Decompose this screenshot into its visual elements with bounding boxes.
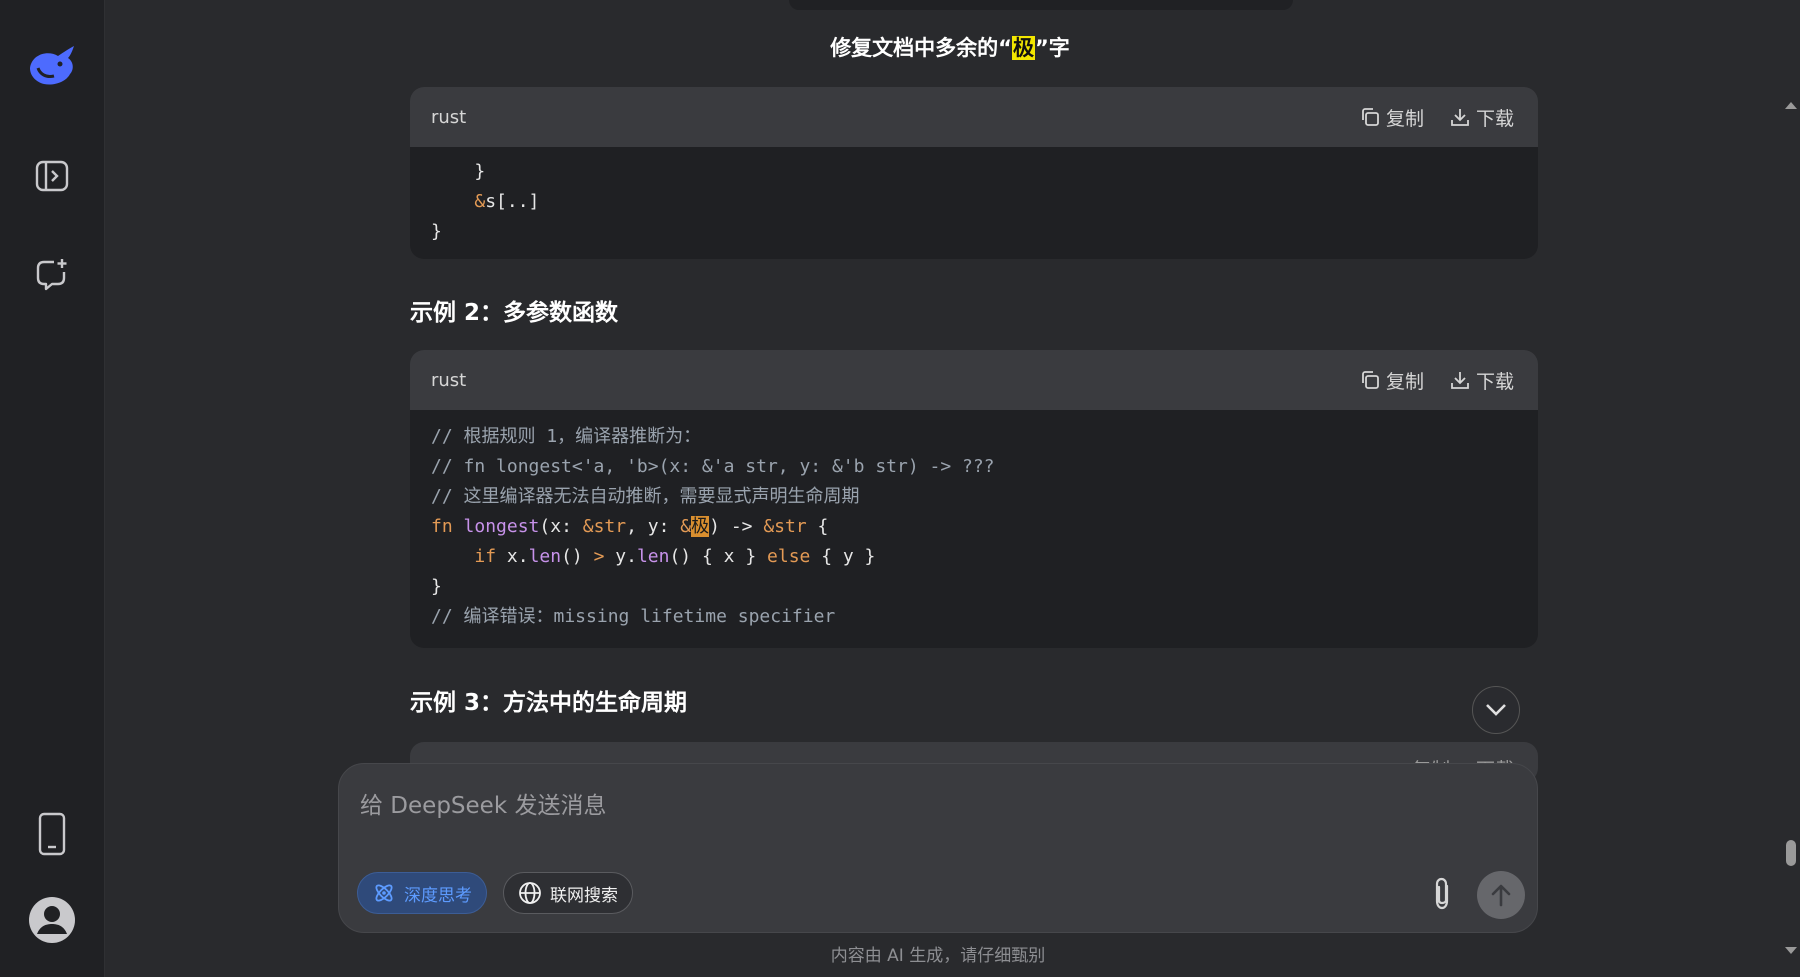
chat-title-prefix: 修复文档中多余的“ <box>830 36 1012 60</box>
mobile-app-button[interactable] <box>26 808 78 860</box>
sidebar-toggle-button[interactable] <box>26 150 78 202</box>
deepseek-logo[interactable] <box>26 40 78 92</box>
chevron-down-icon <box>1486 704 1506 716</box>
chat-title-highlight: 极 <box>1012 36 1035 60</box>
code-line: } <box>431 161 486 182</box>
code-block-2: rust 复制 下载 // 根据规则 1，编译器推断为： // fn longes… <box>410 350 1538 648</box>
whale-logo-icon <box>30 46 74 85</box>
code-comment: // 这里编译器无法自动推断，需要显式声明生命周期 <box>431 486 860 507</box>
code-block-header: rust 复制 下载 <box>410 87 1538 147</box>
ai-disclaimer: 内容由 AI 生成，请仔细甄别 <box>830 946 1046 966</box>
chat-title[interactable]: 修复文档中多余的“极”字 <box>105 32 1795 62</box>
code-method: len <box>636 546 670 567</box>
paperclip-icon <box>1435 877 1449 910</box>
chat-title-suffix: ”字 <box>1035 36 1070 60</box>
download-label: 下载 <box>1475 370 1514 393</box>
web-search-toggle[interactable]: 联网搜索 <box>503 872 633 914</box>
code-line: } <box>431 576 442 597</box>
new-chat-icon <box>36 259 67 291</box>
download-label: 下载 <box>1475 107 1514 130</box>
attach-file-button[interactable] <box>1425 876 1459 912</box>
code-line: &s[..] <box>431 187 1517 217</box>
send-button[interactable] <box>1477 871 1525 919</box>
code-block-1: rust 复制 下载 } &s[..]} <box>410 87 1538 259</box>
deep-think-toggle[interactable]: 深度思考 <box>357 872 487 914</box>
code-ampersand: & <box>763 516 775 537</box>
new-chat-button[interactable] <box>26 248 78 300</box>
deep-think-label: 深度思考 <box>404 885 472 906</box>
scrollbar-thumb[interactable] <box>1786 840 1796 866</box>
chat-main: 修复文档中多余的“极”字 rust 复制 下载 } &s[..]} 示例 2：多… <box>105 0 1800 977</box>
code-comment: // 根据规则 1，编译器推断为： <box>431 426 702 447</box>
section-heading-example-2: 示例 2：多参数函数 <box>410 300 619 326</box>
code-body: } &s[..]} <box>410 147 1538 253</box>
profile-button[interactable] <box>26 894 78 946</box>
download-code-button[interactable]: 下载 <box>1450 367 1514 394</box>
top-drag-handle <box>789 0 1293 10</box>
web-search-label: 联网搜索 <box>550 885 618 906</box>
scroll-up-arrow-icon[interactable] <box>1784 100 1798 110</box>
code-comment: // fn longest<'a, 'b>(x: &'a str, y: &'b… <box>431 456 995 477</box>
code-line-fn-signature: fn longest(x: &str, y: &极) -> &str { <box>431 516 829 537</box>
arrow-up-icon <box>1491 884 1511 907</box>
message-composer: 给 DeepSeek 发送消息 深度思考 联网搜索 <box>338 763 1538 933</box>
download-icon <box>1451 372 1469 389</box>
atom-icon <box>375 884 393 902</box>
copy-label: 复制 <box>1385 370 1424 393</box>
download-icon <box>1451 109 1469 126</box>
code-text: s[..] <box>485 191 540 212</box>
code-keyword: else <box>767 546 811 567</box>
code-ampersand: & <box>582 516 594 537</box>
code-method: len <box>528 546 562 567</box>
code-keyword: fn <box>431 516 453 537</box>
selected-extra-char[interactable]: 极 <box>691 516 710 537</box>
code-type: str <box>774 516 807 537</box>
code-language-label: rust <box>431 369 467 391</box>
code-ampersand: & <box>474 191 486 212</box>
download-code-button[interactable]: 下载 <box>1450 104 1514 131</box>
code-type: str <box>593 516 627 537</box>
section-heading-example-3: 示例 3：方法中的生命周期 <box>410 690 688 716</box>
scroll-to-bottom-button[interactable] <box>1472 686 1520 734</box>
copy-icon <box>1362 108 1379 126</box>
scroll-down-arrow-icon[interactable] <box>1784 946 1798 956</box>
globe-icon <box>519 882 541 904</box>
code-language-label: rust <box>431 106 467 128</box>
code-ampersand: & <box>680 516 692 537</box>
code-function-name: longest <box>463 516 540 537</box>
sidebar <box>0 0 105 977</box>
message-input[interactable]: 给 DeepSeek 发送消息 <box>360 786 606 820</box>
code-line-if: if x.len() > y.len() { x } else { y } <box>474 546 876 567</box>
code-block-header: rust 复制 下载 <box>410 350 1538 410</box>
copy-icon <box>1362 371 1379 389</box>
code-operator: > <box>593 546 605 567</box>
code-body: // 根据规则 1，编译器推断为： // fn longest<'a, 'b>(x… <box>410 410 1538 638</box>
user-avatar-icon <box>29 897 75 943</box>
mobile-phone-icon <box>38 812 66 856</box>
copy-code-button[interactable]: 复制 <box>1360 367 1424 394</box>
sidebar-open-icon <box>35 160 69 192</box>
copy-code-button[interactable]: 复制 <box>1360 104 1424 131</box>
page-scrollbar[interactable] <box>1782 92 1800 962</box>
code-keyword: if <box>474 546 497 567</box>
copy-label: 复制 <box>1385 107 1424 130</box>
code-line: } <box>431 221 442 242</box>
code-comment: // 编译错误：missing lifetime specifier <box>431 606 836 627</box>
